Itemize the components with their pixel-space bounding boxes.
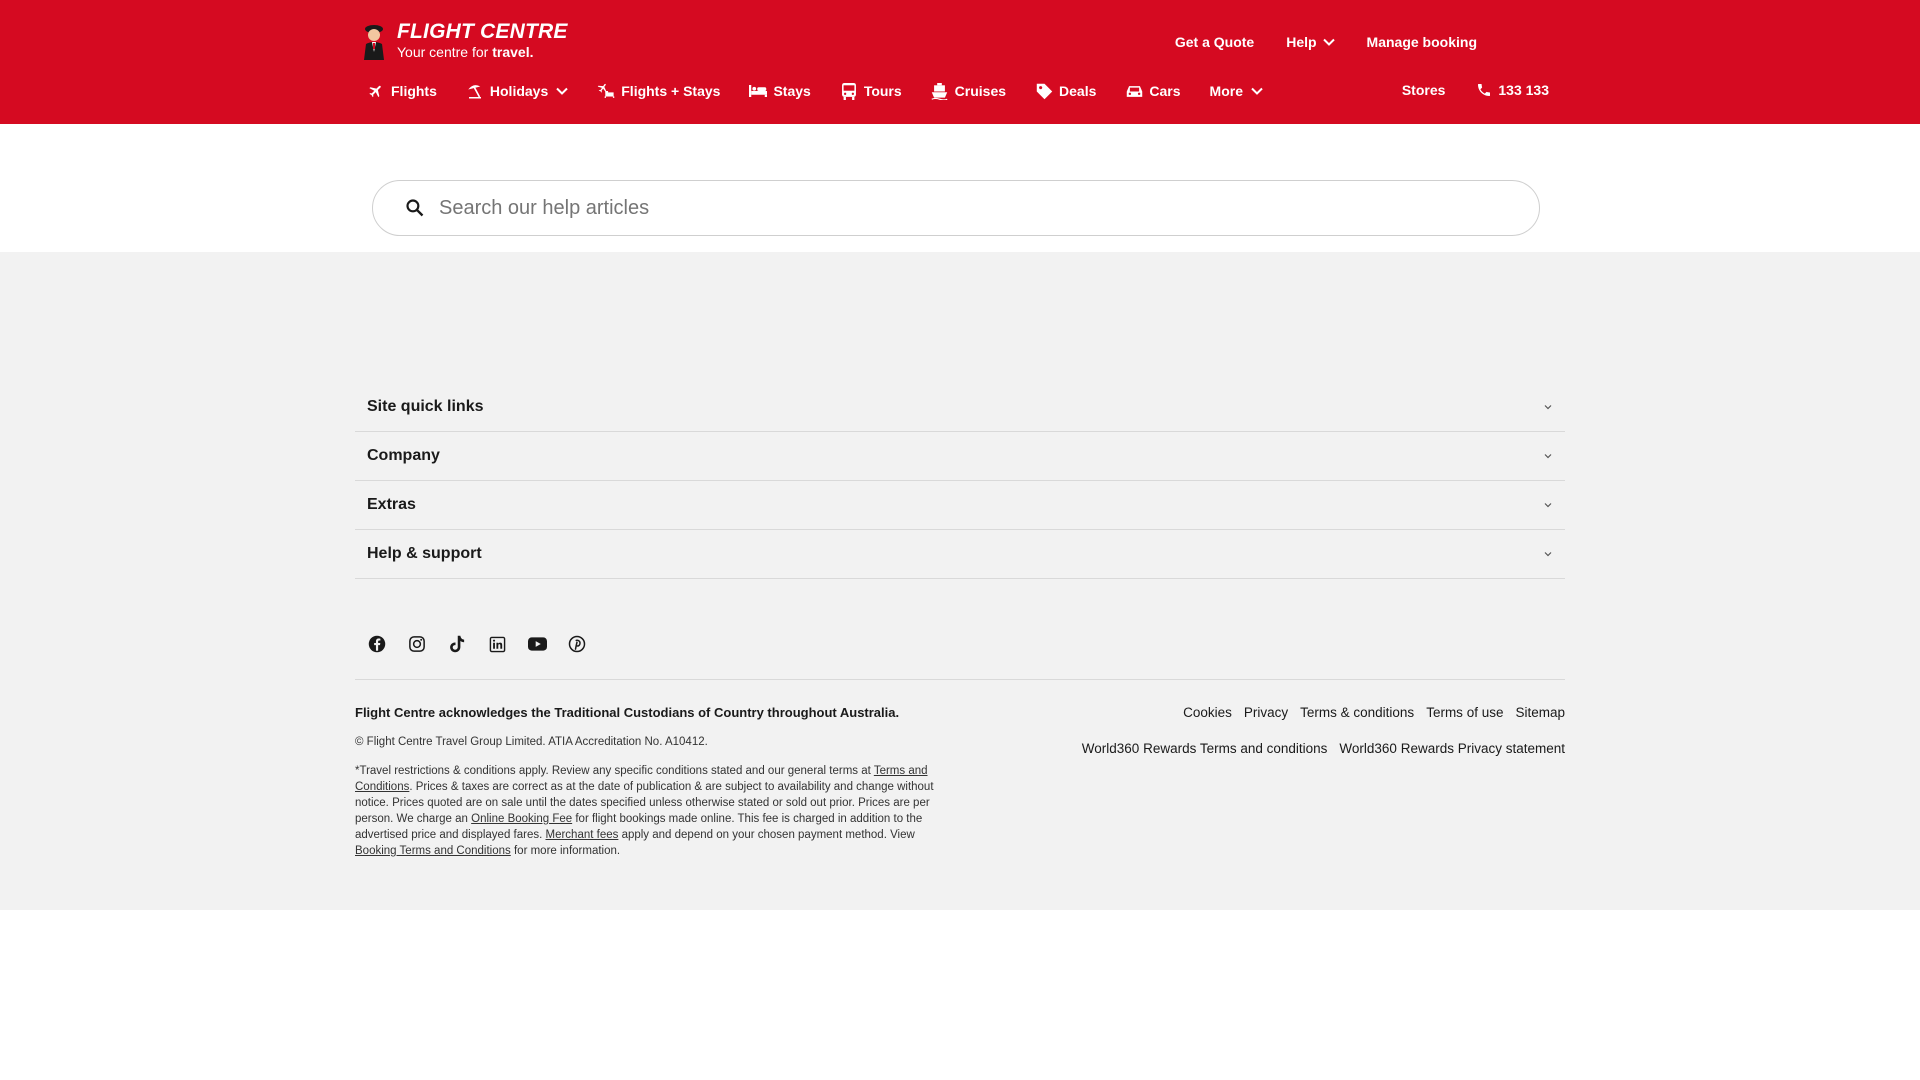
footer-link-privacy[interactable]: Privacy xyxy=(1244,705,1288,720)
get-a-quote-link[interactable]: Get a Quote xyxy=(1175,34,1254,50)
nav-item-label: Holidays xyxy=(489,83,549,99)
accordion-site-quick-links[interactable]: Site quick links xyxy=(355,383,1565,432)
footer-divider xyxy=(355,679,1565,680)
copyright-text: © Flight Centre Travel Group Limited. AT… xyxy=(355,736,708,748)
bed-icon xyxy=(749,82,768,100)
chevron-down-icon xyxy=(1544,405,1552,410)
help-dropdown[interactable]: Help xyxy=(1286,34,1335,50)
nav-item-more[interactable]: More xyxy=(1210,83,1263,99)
facebook-icon[interactable] xyxy=(367,634,387,654)
acknowledgement-text: Flight Centre acknowledges the Tradition… xyxy=(355,705,900,720)
nav-item-label: Cars xyxy=(1149,83,1181,99)
booking-terms-link[interactable]: Booking Terms and Conditions xyxy=(355,845,511,857)
nav-item-label: Flights + Stays xyxy=(621,83,721,99)
plane-hotel-icon xyxy=(597,82,615,100)
accordion-extras[interactable]: Extras xyxy=(355,481,1565,530)
chevron-down-icon xyxy=(1544,503,1552,508)
nav-item-label: Stays xyxy=(773,83,811,99)
legal-text: for more information. xyxy=(510,845,621,857)
legal-text: apply and depend on your chosen payment … xyxy=(618,829,915,841)
help-search-input[interactable] xyxy=(439,196,1439,220)
logo-tagline: Your centre for travel. xyxy=(397,44,568,60)
nav-item-tours[interactable]: Tours xyxy=(840,82,902,100)
right-nav: Stores 133 133 xyxy=(1371,82,1549,98)
nav-item-label: Cruises xyxy=(954,83,1007,99)
ship-icon xyxy=(931,82,949,100)
phone-number: 133 133 xyxy=(1498,82,1549,98)
chevron-down-icon xyxy=(1322,38,1335,46)
online-booking-fee-link[interactable]: Online Booking Fee xyxy=(471,813,572,825)
logo-title: FLIGHT CENTRE xyxy=(397,20,568,43)
nav-item-label: Deals xyxy=(1059,83,1097,99)
tiktok-icon[interactable] xyxy=(447,634,467,654)
accordion-label: Help & support xyxy=(367,545,482,562)
legal-text: *Travel restrictions & conditions apply.… xyxy=(355,765,874,777)
accordion-company[interactable]: Company xyxy=(355,432,1565,481)
footer-link-terms-of-use[interactable]: Terms of use xyxy=(1426,705,1503,720)
beach-umbrella-icon xyxy=(466,82,484,100)
youtube-icon[interactable] xyxy=(527,634,547,654)
accordion-label: Extras xyxy=(367,496,416,513)
chevron-down-icon xyxy=(1544,454,1552,459)
accordion-help-support[interactable]: Help & support xyxy=(355,530,1565,579)
main-nav: Flights Holidays Flights + Stays Stays T… xyxy=(367,82,1292,100)
nav-item-flights-stays[interactable]: Flights + Stays xyxy=(597,82,720,100)
plane-icon xyxy=(367,82,385,100)
tagline-prefix: Your centre for xyxy=(397,44,493,60)
instagram-icon[interactable] xyxy=(407,634,427,654)
nav-item-cars[interactable]: Cars xyxy=(1125,82,1181,100)
nav-item-label: More xyxy=(1209,83,1243,99)
nav-item-label: Tours xyxy=(863,83,902,99)
nav-item-label: Flights xyxy=(391,83,437,99)
nav-item-deals[interactable]: Deals xyxy=(1035,82,1096,100)
accordion-label: Site quick links xyxy=(367,398,484,415)
merchant-fees-link[interactable]: Merchant fees xyxy=(546,829,619,841)
footer-link-terms-conditions[interactable]: Terms & conditions xyxy=(1300,705,1414,720)
help-search-section xyxy=(0,124,1920,252)
chevron-down-icon xyxy=(556,87,568,95)
nav-item-cruises[interactable]: Cruises xyxy=(931,82,1006,100)
footer-link-world360-terms[interactable]: World360 Rewards Terms and conditions xyxy=(1082,741,1328,756)
help-label: Help xyxy=(1286,34,1317,50)
legal-disclaimer: *Travel restrictions & conditions apply.… xyxy=(355,763,958,859)
phone-icon xyxy=(1478,84,1491,96)
manage-booking-label: Manage booking xyxy=(1366,34,1477,50)
chevron-down-icon xyxy=(1544,552,1552,557)
manage-booking-link[interactable]: Manage booking xyxy=(1367,34,1477,50)
pinterest-icon[interactable] xyxy=(567,634,587,654)
flight-centre-logo[interactable]: FLIGHT CENTRE Your centre for travel. xyxy=(359,20,568,60)
site-header: FLIGHT CENTRE Your centre for travel. Ge… xyxy=(0,0,1920,124)
footer-links-primary: Cookies Privacy Terms & conditions Terms… xyxy=(1171,705,1565,720)
footer-link-world360-privacy[interactable]: World360 Rewards Privacy statement xyxy=(1339,741,1565,756)
footer-links-rewards: World360 Rewards Terms and conditions Wo… xyxy=(1070,741,1565,756)
utility-nav: Get a Quote Help Manage booking xyxy=(1143,34,1477,50)
site-footer: Site quick links Company Extras Help & s… xyxy=(0,252,1920,910)
footer-link-sitemap[interactable]: Sitemap xyxy=(1515,705,1565,720)
nav-item-flights[interactable]: Flights xyxy=(367,82,437,100)
social-links xyxy=(367,634,607,654)
chevron-down-icon xyxy=(1251,87,1263,95)
help-search-box[interactable] xyxy=(372,180,1540,236)
tagline-bold: travel. xyxy=(492,44,534,60)
phone-link[interactable]: 133 133 xyxy=(1476,82,1549,98)
footer-accordion: Site quick links Company Extras Help & s… xyxy=(355,383,1565,579)
nav-item-stays[interactable]: Stays xyxy=(749,82,811,100)
stores-link[interactable]: Stores xyxy=(1402,82,1446,98)
nav-item-holidays[interactable]: Holidays xyxy=(466,82,568,100)
bus-icon xyxy=(840,82,858,100)
get-a-quote-label: Get a Quote xyxy=(1174,34,1255,50)
tag-icon xyxy=(1035,82,1053,100)
pilot-mascot-icon xyxy=(364,25,384,60)
car-icon xyxy=(1125,82,1143,100)
footer-link-cookies[interactable]: Cookies xyxy=(1183,705,1232,720)
linkedin-icon[interactable] xyxy=(487,634,507,654)
accordion-label: Company xyxy=(367,447,440,464)
search-icon xyxy=(406,199,424,217)
stores-label: Stores xyxy=(1401,82,1446,98)
